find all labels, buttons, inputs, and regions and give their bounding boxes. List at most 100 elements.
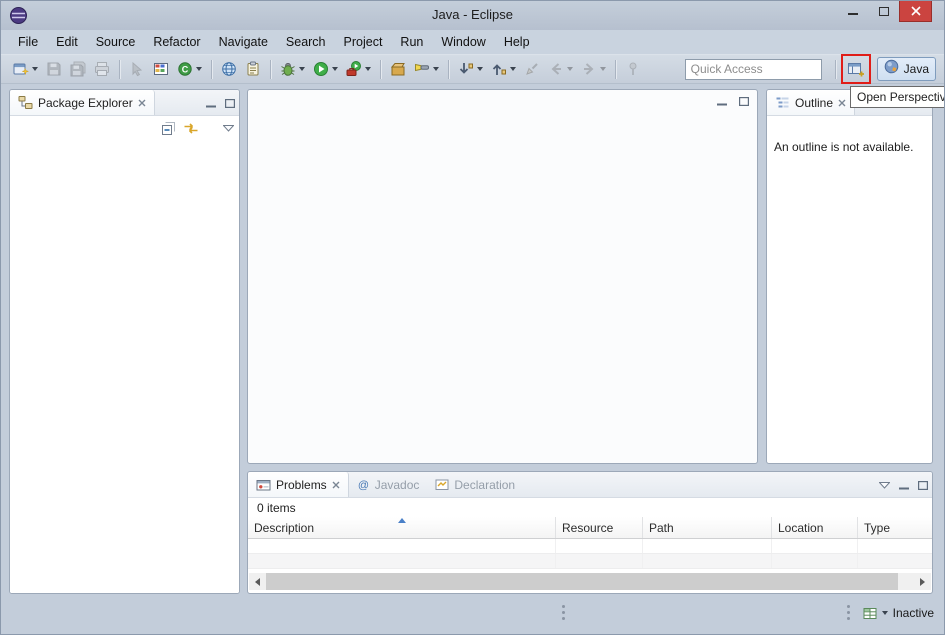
editor-area[interactable]: [247, 89, 758, 464]
maximize-icon[interactable]: [225, 98, 235, 108]
collapse-all-icon[interactable]: [161, 121, 176, 136]
last-edit-location-button[interactable]: [521, 57, 543, 81]
tab-declaration[interactable]: Declaration: [427, 472, 523, 497]
maximize-button[interactable]: [868, 1, 899, 22]
maximize-icon[interactable]: [739, 97, 749, 106]
scrollbar-thumb[interactable]: [266, 573, 898, 590]
tab-outline[interactable]: Outline: [767, 90, 856, 115]
scrollbar-track[interactable]: [266, 573, 914, 590]
column-location[interactable]: Location: [772, 517, 858, 538]
chevron-down-icon[interactable]: [433, 67, 439, 71]
menu-edit[interactable]: Edit: [47, 32, 87, 52]
save-all-button[interactable]: [67, 57, 89, 81]
tab-javadoc[interactable]: @ Javadoc: [349, 472, 428, 497]
view-menu-icon[interactable]: [879, 481, 890, 489]
column-type[interactable]: Type: [858, 517, 932, 538]
back-button[interactable]: [545, 57, 576, 81]
open-task-button[interactable]: [242, 57, 264, 81]
new-java-project-button[interactable]: [150, 57, 172, 81]
minimize-icon[interactable]: [899, 481, 909, 490]
chevron-down-icon[interactable]: [477, 67, 483, 71]
menu-file[interactable]: File: [9, 32, 47, 52]
menu-navigate[interactable]: Navigate: [210, 32, 277, 52]
minimize-button[interactable]: [837, 1, 868, 22]
new-wizard-button[interactable]: [10, 57, 41, 81]
open-perspective-button[interactable]: [844, 57, 868, 81]
column-resource[interactable]: Resource: [556, 517, 643, 538]
forward-button[interactable]: [578, 57, 609, 81]
chevron-down-icon[interactable]: [881, 611, 888, 615]
maximize-icon[interactable]: [918, 480, 928, 490]
javadoc-icon: @: [358, 480, 369, 492]
print-button[interactable]: [91, 57, 113, 81]
chevron-down-icon[interactable]: [32, 67, 38, 71]
menu-help[interactable]: Help: [495, 32, 539, 52]
chevron-down-icon[interactable]: [510, 67, 516, 71]
chevron-down-icon[interactable]: [332, 67, 338, 71]
problems-panel: Problems @ Javadoc Declaration 0 items D…: [247, 471, 933, 594]
forward-arrow-icon: [581, 61, 597, 77]
package-explorer-tabrow: Package Explorer: [10, 90, 239, 116]
problems-table: Description Resource Path Location Type: [248, 517, 932, 569]
toolbar-separator: [615, 59, 616, 79]
outline-icon: [776, 97, 789, 108]
save-button[interactable]: [43, 57, 65, 81]
run-button[interactable]: [310, 57, 341, 81]
tab-problems[interactable]: Problems: [248, 472, 349, 497]
previous-annotation-button[interactable]: [488, 57, 519, 81]
link-with-editor-icon[interactable]: [183, 121, 199, 136]
empty-cell: [556, 554, 643, 568]
menu-search[interactable]: Search: [277, 32, 335, 52]
package-explorer-controls: [206, 90, 235, 116]
scroll-left-arrow[interactable]: [249, 573, 266, 590]
close-icon[interactable]: [332, 481, 340, 489]
pin-editor-button[interactable]: [622, 57, 644, 81]
package-explorer-body[interactable]: [10, 140, 239, 593]
open-type-button[interactable]: [387, 57, 409, 81]
chevron-down-icon[interactable]: [600, 67, 606, 71]
back-arrow-icon: [548, 61, 564, 77]
view-menu-icon[interactable]: [223, 124, 234, 132]
empty-cell: [556, 539, 643, 553]
statusbar-grip[interactable]: [847, 605, 850, 620]
horizontal-scrollbar[interactable]: [249, 573, 931, 590]
scroll-right-arrow[interactable]: [914, 573, 931, 590]
search-button[interactable]: [411, 57, 442, 81]
window-title: Java - Eclipse: [432, 7, 513, 22]
menu-run[interactable]: Run: [391, 32, 432, 52]
debug-button[interactable]: [277, 57, 308, 81]
close-icon[interactable]: [838, 99, 846, 107]
column-path[interactable]: Path: [643, 517, 772, 538]
open-type-icon: [390, 61, 406, 77]
minimize-icon[interactable]: [717, 97, 727, 106]
run-external-tools-button[interactable]: [343, 57, 374, 81]
statusbar-grip[interactable]: [562, 605, 565, 620]
menu-project[interactable]: Project: [335, 32, 392, 52]
open-web-browser-button[interactable]: [218, 57, 240, 81]
java-perspective-button[interactable]: Java: [876, 57, 936, 81]
next-annotation-button[interactable]: [455, 57, 486, 81]
package-explorer-toolbar: [10, 116, 239, 140]
menu-source[interactable]: Source: [87, 32, 145, 52]
close-button[interactable]: [899, 1, 932, 22]
menu-refactor[interactable]: Refactor: [144, 32, 209, 52]
quick-access-input[interactable]: [684, 58, 822, 80]
package-explorer-icon: [18, 96, 33, 109]
chevron-down-icon[interactable]: [299, 67, 305, 71]
chevron-down-icon[interactable]: [365, 67, 371, 71]
titlebar[interactable]: Java - Eclipse: [1, 1, 944, 30]
menu-window[interactable]: Window: [432, 32, 494, 52]
chevron-down-icon[interactable]: [196, 67, 202, 71]
status-task-indicator[interactable]: Inactive: [863, 606, 934, 620]
column-description[interactable]: Description: [248, 517, 556, 538]
close-icon[interactable]: [138, 99, 146, 107]
chevron-down-icon[interactable]: [567, 67, 573, 71]
empty-cell: [858, 554, 932, 568]
status-inactive-label: Inactive: [892, 606, 934, 620]
minimize-icon[interactable]: [206, 99, 216, 108]
package-explorer-panel: Package Explorer: [9, 89, 240, 594]
tab-package-explorer[interactable]: Package Explorer: [10, 90, 155, 115]
mark-occurrences-button[interactable]: [126, 57, 148, 81]
new-java-class-button[interactable]: C: [174, 57, 205, 81]
table-row: [248, 554, 932, 569]
